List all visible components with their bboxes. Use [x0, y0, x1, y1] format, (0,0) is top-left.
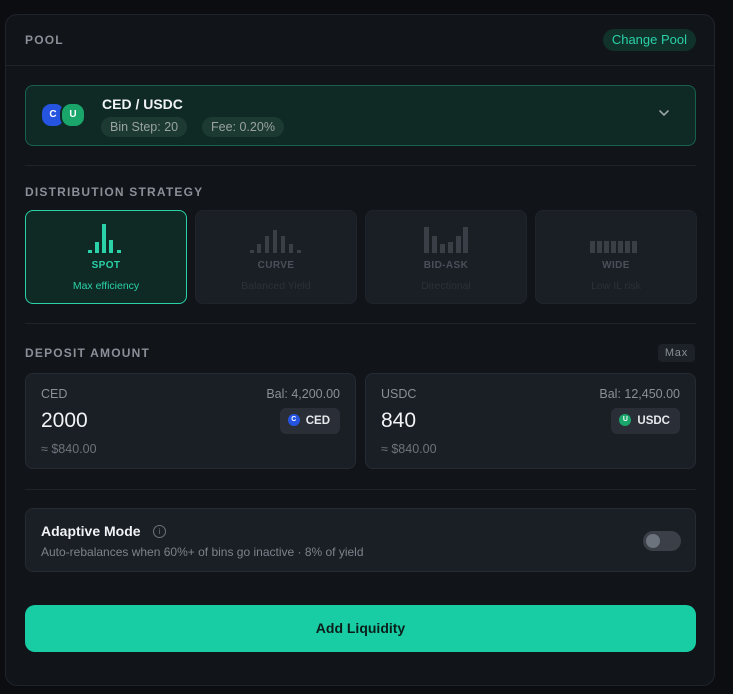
- max-button[interactable]: Max: [657, 344, 695, 362]
- strategy-description: Directional: [421, 280, 471, 292]
- distribution-strategy-label: DISTRIBUTION STRATEGY: [25, 185, 204, 199]
- token-label: USDC: [381, 387, 417, 401]
- bin-step-badge: Bin Step: 20: [101, 117, 188, 137]
- deposit-card-ced: CED Bal: 4,200.00 C CED ≈ $840.00: [25, 373, 356, 469]
- usdc-amount-input[interactable]: [381, 409, 581, 433]
- strategy-description: Max efficiency: [72, 280, 140, 292]
- usdc-token-icon: U: [60, 102, 86, 128]
- add-liquidity-panel: POOL Change Pool C U CED / USDC Bin Step…: [5, 14, 715, 686]
- usdc-token-icon: U: [619, 413, 632, 426]
- wide-bars-icon: [590, 241, 637, 253]
- chevron-down-icon[interactable]: [659, 108, 669, 118]
- deposit-card-usdc: USDC Bal: 12,450.00 U USDC ≈ $840.00: [365, 373, 696, 469]
- info-icon[interactable]: i: [153, 525, 166, 538]
- token-balance[interactable]: Bal: 12,450.00: [599, 387, 680, 401]
- adaptive-mode-toggle[interactable]: [643, 531, 681, 551]
- divider: [25, 323, 696, 324]
- ced-amount-input[interactable]: [41, 409, 241, 433]
- ced-token-button[interactable]: C CED: [279, 408, 340, 434]
- pool-section-label: POOL: [25, 33, 64, 47]
- add-liquidity-button[interactable]: Add Liquidity: [25, 605, 696, 652]
- strategy-name: BID-ASK: [423, 260, 469, 271]
- strategy-bid-ask[interactable]: BID-ASK Directional: [365, 210, 527, 304]
- bid-ask-bars-icon: [424, 227, 468, 253]
- spot-bars-icon: [88, 224, 121, 253]
- strategy-name: SPOT: [91, 260, 121, 271]
- divider: [25, 165, 696, 166]
- adaptive-mode-description: Auto-rebalances when 60%+ of bins go ina…: [41, 545, 364, 559]
- strategy-name: WIDE: [602, 260, 630, 271]
- token-button-label: CED: [305, 415, 330, 427]
- panel-header: POOL Change Pool: [6, 15, 714, 66]
- toggle-knob: [646, 534, 660, 548]
- change-pool-button[interactable]: Change Pool: [602, 29, 696, 51]
- curve-bars-icon: [250, 230, 301, 253]
- strategy-description: Low IL risk: [591, 280, 641, 292]
- deposit-amount-label: DEPOSIT AMOUNT: [25, 346, 151, 360]
- adaptive-mode-card: Adaptive Mode i Auto-rebalances when 60%…: [25, 508, 696, 572]
- strategy-name: CURVE: [257, 260, 295, 271]
- pool-selector[interactable]: C U CED / USDC Bin Step: 20 Fee: 0.20%: [25, 85, 696, 146]
- strategy-spot[interactable]: SPOT Max efficiency: [25, 210, 187, 304]
- ced-token-icon: C: [287, 413, 300, 426]
- token-label: CED: [41, 387, 68, 401]
- pool-pair-name: CED / USDC: [102, 96, 183, 112]
- strategy-description: Balanced Yield: [241, 280, 311, 292]
- adaptive-mode-title: Adaptive Mode: [41, 523, 141, 539]
- token-button-label: USDC: [637, 415, 670, 427]
- usdc-token-button[interactable]: U USDC: [611, 408, 680, 434]
- strategy-wide[interactable]: WIDE Low IL risk: [535, 210, 697, 304]
- strategy-curve[interactable]: CURVE Balanced Yield: [195, 210, 357, 304]
- token-balance[interactable]: Bal: 4,200.00: [266, 387, 340, 401]
- divider: [25, 489, 696, 490]
- fee-badge: Fee: 0.20%: [202, 117, 284, 137]
- usd-value: ≈ $840.00: [41, 442, 97, 456]
- usd-value: ≈ $840.00: [381, 442, 437, 456]
